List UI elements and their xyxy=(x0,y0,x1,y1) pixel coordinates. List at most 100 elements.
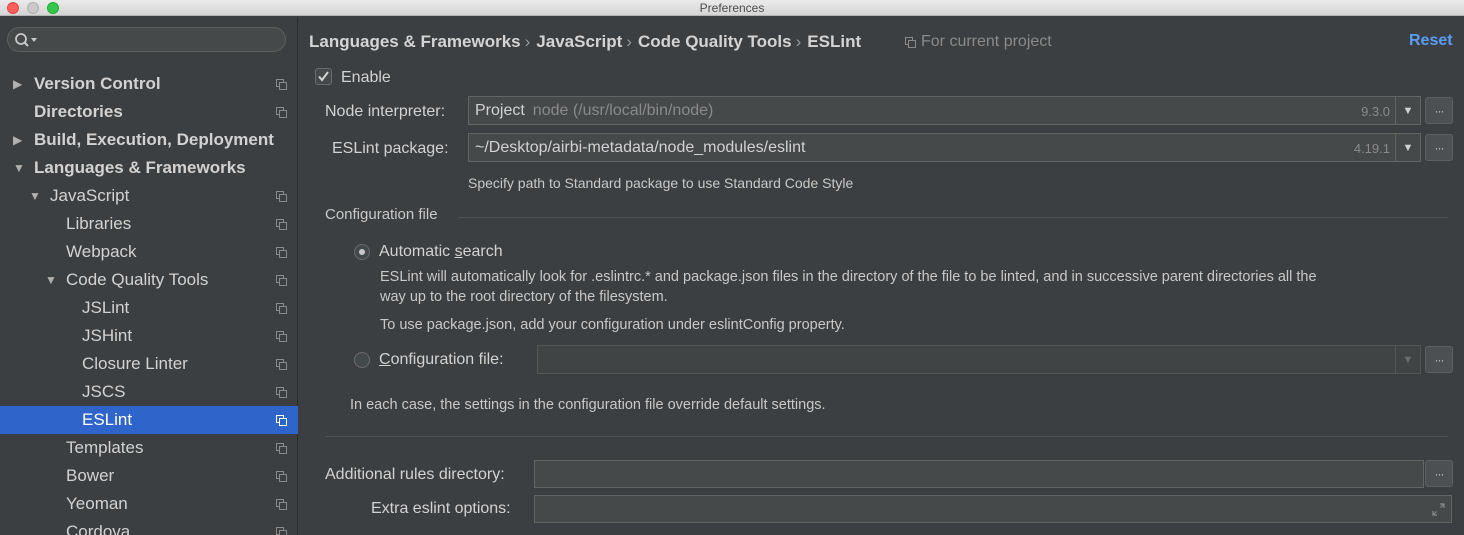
sidebar-item-directories[interactable]: Directories xyxy=(0,98,298,126)
breadcrumb-separator: › xyxy=(626,32,632,51)
enable-checkbox[interactable] xyxy=(315,68,332,85)
project-scope-icon xyxy=(276,499,287,510)
sidebar-item-label: Libraries xyxy=(66,214,132,233)
node-version: 9.3.0 xyxy=(1361,104,1390,119)
configuration-file-label: Configuration file: xyxy=(379,351,504,368)
sidebar-item-version-control[interactable]: ▶ Version Control xyxy=(0,70,298,98)
collapse-arrow-icon[interactable]: ▼ xyxy=(45,273,57,287)
sidebar-item-label: Directories xyxy=(34,102,123,121)
description-line: ESLint will automatically look for .esli… xyxy=(380,269,1317,285)
sidebar-item-javascript[interactable]: ▼ JavaScript xyxy=(0,182,298,210)
node-interpreter-value: Project xyxy=(475,102,525,119)
automatic-search-description: ESLint will automatically look for .esli… xyxy=(380,267,1317,307)
sidebar-item-jshint[interactable]: JSHint xyxy=(0,322,298,350)
sidebar-item-label: Yeoman xyxy=(66,494,128,513)
browse-config-button[interactable]: ··· xyxy=(1425,346,1453,373)
breadcrumb: Languages & Frameworks › JavaScript › Code Q… xyxy=(309,32,861,52)
chevron-down-icon[interactable]: ▼ xyxy=(1395,97,1420,124)
collapse-arrow-icon[interactable]: ▼ xyxy=(29,189,41,203)
settings-panel: Languages & Frameworks › JavaScript › Code Q… xyxy=(299,17,1464,535)
expand-icon[interactable] xyxy=(1432,503,1445,516)
project-scope-icon xyxy=(276,275,287,286)
close-window-button[interactable] xyxy=(7,2,19,14)
sidebar-item-label: Templates xyxy=(66,438,144,457)
reset-link[interactable]: Reset xyxy=(1409,32,1453,50)
expand-arrow-icon[interactable]: ▶ xyxy=(13,77,22,91)
sidebar-item-label: Webpack xyxy=(66,242,137,261)
sidebar-item-label: Build, Execution, Deployment xyxy=(34,130,274,149)
automatic-search-radio[interactable] xyxy=(354,244,370,260)
sidebar-item-bower[interactable]: Bower xyxy=(0,462,298,490)
sidebar-item-yeoman[interactable]: Yeoman xyxy=(0,490,298,518)
chevron-down-icon[interactable]: ▼ xyxy=(1395,134,1420,161)
sidebar-item-label: Version Control xyxy=(34,74,161,93)
project-scope-icon xyxy=(276,79,287,90)
additional-rules-label: Additional rules directory: xyxy=(325,466,505,483)
extra-options-input[interactable] xyxy=(534,495,1452,523)
eslint-package-value: ~/Desktop/airbi-metadata/node_modules/es… xyxy=(475,139,806,156)
breadcrumb-separator: › xyxy=(795,32,802,51)
sidebar-item-cordova[interactable]: Cordova xyxy=(0,518,298,535)
chevron-down-icon[interactable]: ▼ xyxy=(1395,346,1420,373)
checkmark-icon xyxy=(318,71,329,82)
sidebar-item-label: JSHint xyxy=(82,326,133,345)
sidebar-item-label: JavaScript xyxy=(50,186,130,205)
project-scope-icon xyxy=(276,107,287,118)
eslint-package-label: ESLint package: xyxy=(332,140,449,157)
collapse-arrow-icon[interactable]: ▼ xyxy=(13,161,25,175)
additional-rules-input[interactable] xyxy=(534,460,1424,488)
browse-package-button[interactable]: ··· xyxy=(1425,134,1453,161)
sidebar-item-eslint[interactable]: ESLint xyxy=(0,406,298,434)
browse-node-button[interactable]: ··· xyxy=(1425,97,1453,124)
project-scope-icon xyxy=(276,443,287,454)
sidebar-item-libraries[interactable]: Libraries xyxy=(0,210,298,238)
automatic-search-label: Automatic search xyxy=(379,243,503,260)
node-interpreter-select[interactable]: Project node (/usr/local/bin/node) 9.3.0 … xyxy=(468,96,1421,125)
project-scope-icon xyxy=(276,471,287,482)
maximize-window-button[interactable] xyxy=(47,2,59,14)
breadcrumb-item: ESLint xyxy=(807,32,862,51)
sidebar-item-label: ESLint xyxy=(82,410,133,429)
sidebar-item-jslint[interactable]: JSLint xyxy=(0,294,298,322)
sidebar-item-build-execution-deployment[interactable]: ▶ Build, Execution, Deployment xyxy=(0,126,298,154)
project-scope-icon xyxy=(276,303,287,314)
extra-options-label: Extra eslint options: xyxy=(371,500,511,517)
sidebar-item-closure-linter[interactable]: Closure Linter xyxy=(0,350,298,378)
sidebar-item-jscs[interactable]: JSCS xyxy=(0,378,298,406)
configuration-file-radio[interactable] xyxy=(354,352,370,368)
sidebar-item-label: JSCS xyxy=(82,382,126,401)
project-scope-icon xyxy=(276,387,287,398)
breadcrumb-separator: › xyxy=(524,32,531,51)
sidebar-item-code-quality-tools[interactable]: ▼ Code Quality Tools xyxy=(0,266,298,294)
sidebar-item-label: Cordova xyxy=(66,522,131,535)
project-scope-note: For current project xyxy=(905,33,1052,51)
breadcrumb-item: Languages & Frameworks xyxy=(309,32,521,51)
section-divider xyxy=(458,217,1448,218)
sidebar-item-label: Bower xyxy=(66,466,115,485)
search-icon xyxy=(15,33,37,47)
project-scope-icon xyxy=(276,415,287,426)
sidebar-item-languages-frameworks[interactable]: ▼ Languages & Frameworks xyxy=(0,154,298,182)
configuration-file-select[interactable]: ▼ xyxy=(537,345,1421,374)
description-line: way up to the root directory of the file… xyxy=(380,289,668,305)
window-title: Preferences xyxy=(699,0,765,15)
browse-rules-button[interactable]: ··· xyxy=(1425,460,1453,487)
sidebar-item-templates[interactable]: Templates xyxy=(0,434,298,462)
breadcrumb-item: JavaScript xyxy=(536,32,623,51)
sidebar-item-label: Code Quality Tools xyxy=(66,270,209,289)
sidebar-item-webpack[interactable]: Webpack xyxy=(0,238,298,266)
project-scope-label: For current project xyxy=(921,33,1052,50)
project-scope-icon xyxy=(276,331,287,342)
project-scope-icon xyxy=(276,191,287,202)
settings-sidebar: ▶ Version Control Directories ▶ Build, E… xyxy=(0,17,298,535)
eslint-package-select[interactable]: ~/Desktop/airbi-metadata/node_modules/es… xyxy=(468,133,1421,162)
project-scope-icon xyxy=(276,219,287,230)
node-interpreter-label: Node interpreter: xyxy=(325,103,446,120)
sidebar-item-label: Closure Linter xyxy=(82,354,188,373)
expand-arrow-icon[interactable]: ▶ xyxy=(13,133,22,147)
minimize-window-button[interactable] xyxy=(27,2,39,14)
package-json-note: To use package.json, add your configurat… xyxy=(380,317,845,333)
project-scope-icon xyxy=(905,36,916,48)
search-input[interactable] xyxy=(7,27,286,52)
enable-label: Enable xyxy=(341,69,391,86)
